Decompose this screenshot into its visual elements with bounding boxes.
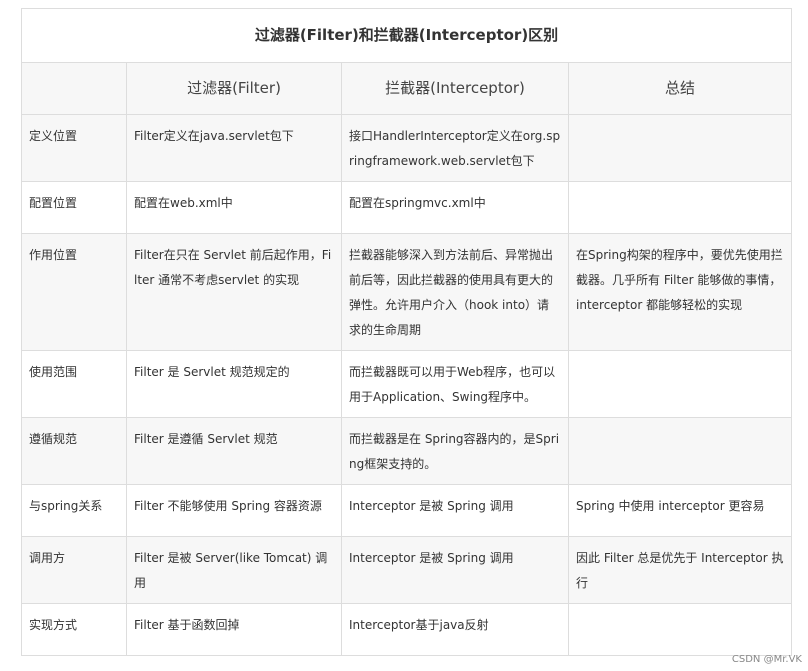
table-row: 配置位置 配置在web.xml中 配置在springmvc.xml中 [21, 181, 792, 234]
interceptor-cell: Interceptor基于java反射 [341, 603, 569, 656]
table-title-row: 过滤器(Filter)和拦截器(Interceptor)区别 [21, 8, 792, 63]
filter-cell: Filter在只在 Servlet 前后起作用，Filter 通常不考虑serv… [126, 233, 342, 351]
summary-cell [568, 417, 792, 485]
filter-cell: 配置在web.xml中 [126, 181, 342, 234]
row-label: 配置位置 [21, 181, 127, 234]
filter-cell: Filter定义在java.servlet包下 [126, 114, 342, 182]
row-label: 与spring关系 [21, 484, 127, 537]
table-row: 与spring关系 Filter 不能够使用 Spring 容器资源 Inter… [21, 484, 792, 537]
comparison-table: 过滤器(Filter)和拦截器(Interceptor)区别 过滤器(Filte… [21, 8, 792, 656]
row-label: 实现方式 [21, 603, 127, 656]
row-label: 作用位置 [21, 233, 127, 351]
interceptor-cell: 而拦截器是在 Spring容器内的，是Spring框架支持的。 [341, 417, 569, 485]
row-label: 调用方 [21, 536, 127, 604]
table-header-row: 过滤器(Filter) 拦截器(Interceptor) 总结 [21, 62, 792, 115]
header-cell-summary: 总结 [568, 62, 792, 115]
table-row: 实现方式 Filter 基于函数回掉 Interceptor基于java反射 [21, 603, 792, 656]
summary-cell [568, 603, 792, 656]
summary-cell: 在Spring构架的程序中，要优先使用拦截器。几乎所有 Filter 能够做的事… [568, 233, 792, 351]
summary-cell [568, 181, 792, 234]
table-title: 过滤器(Filter)和拦截器(Interceptor)区别 [21, 8, 792, 63]
interceptor-cell: 接口HandlerInterceptor定义在org.springframewo… [341, 114, 569, 182]
table-row: 遵循规范 Filter 是遵循 Servlet 规范 而拦截器是在 Spring… [21, 417, 792, 485]
header-cell-filter: 过滤器(Filter) [126, 62, 342, 115]
summary-cell [568, 350, 792, 418]
filter-cell: Filter 是 Servlet 规范规定的 [126, 350, 342, 418]
interceptor-cell: Interceptor 是被 Spring 调用 [341, 484, 569, 537]
row-label: 使用范围 [21, 350, 127, 418]
summary-cell: 因此 Filter 总是优先于 Interceptor 执行 [568, 536, 792, 604]
table-row: 调用方 Filter 是被 Server(like Tomcat) 调用 Int… [21, 536, 792, 604]
filter-cell: Filter 是遵循 Servlet 规范 [126, 417, 342, 485]
row-label: 遵循规范 [21, 417, 127, 485]
table-row: 使用范围 Filter 是 Servlet 规范规定的 而拦截器既可以用于Web… [21, 350, 792, 418]
table-row: 作用位置 Filter在只在 Servlet 前后起作用，Filter 通常不考… [21, 233, 792, 351]
filter-cell: Filter 是被 Server(like Tomcat) 调用 [126, 536, 342, 604]
interceptor-cell: 配置在springmvc.xml中 [341, 181, 569, 234]
summary-cell [568, 114, 792, 182]
filter-cell: Filter 不能够使用 Spring 容器资源 [126, 484, 342, 537]
filter-cell: Filter 基于函数回掉 [126, 603, 342, 656]
page: 过滤器(Filter)和拦截器(Interceptor)区别 过滤器(Filte… [0, 0, 808, 671]
summary-cell: Spring 中使用 interceptor 更容易 [568, 484, 792, 537]
interceptor-cell: 而拦截器既可以用于Web程序，也可以用于Application、Swing程序中… [341, 350, 569, 418]
table-row: 定义位置 Filter定义在java.servlet包下 接口HandlerIn… [21, 114, 792, 182]
interceptor-cell: Interceptor 是被 Spring 调用 [341, 536, 569, 604]
row-label: 定义位置 [21, 114, 127, 182]
interceptor-cell: 拦截器能够深入到方法前后、异常抛出前后等，因此拦截器的使用具有更大的弹性。允许用… [341, 233, 569, 351]
header-cell-interceptor: 拦截器(Interceptor) [341, 62, 569, 115]
watermark: CSDN @Mr.VK [731, 654, 802, 665]
header-cell-empty [21, 62, 127, 115]
